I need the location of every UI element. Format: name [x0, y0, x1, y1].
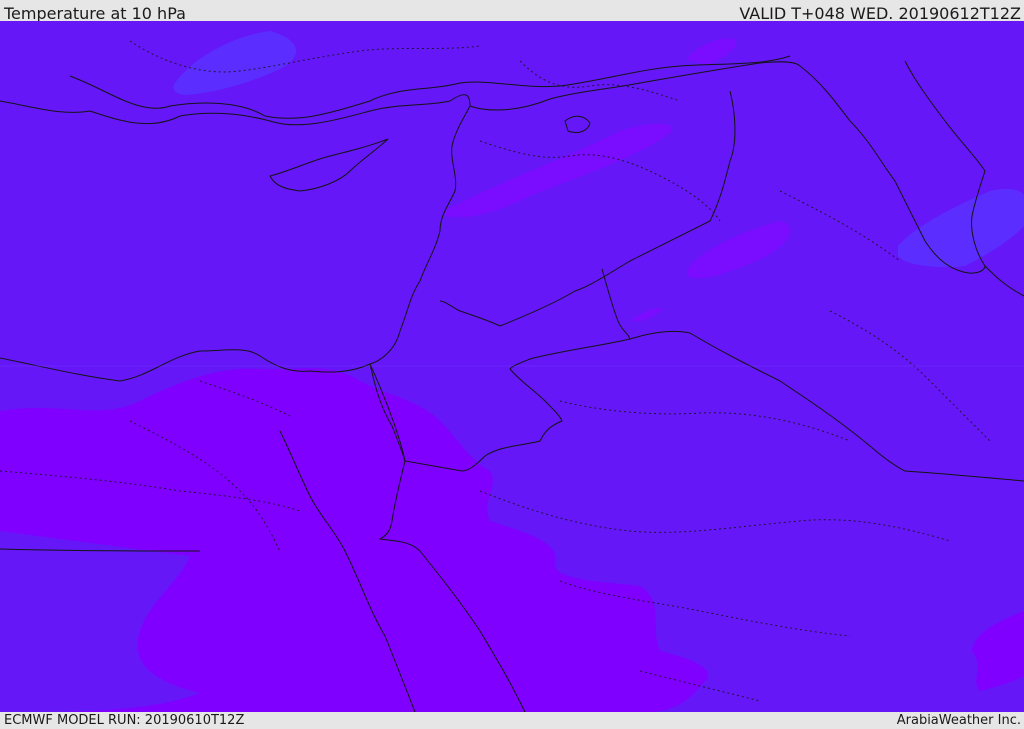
footer-bar: ECMWF MODEL RUN: 20190610T12Z ArabiaWeat…: [0, 712, 1024, 729]
credit-label: ArabiaWeather Inc.: [896, 713, 1021, 728]
weather-map[interactable]: [0, 21, 1024, 712]
header-bar: Temperature at 10 hPa VALID T+048 WED. 2…: [0, 0, 1024, 23]
model-run-label: ECMWF MODEL RUN: 20190610T12Z: [4, 713, 245, 728]
